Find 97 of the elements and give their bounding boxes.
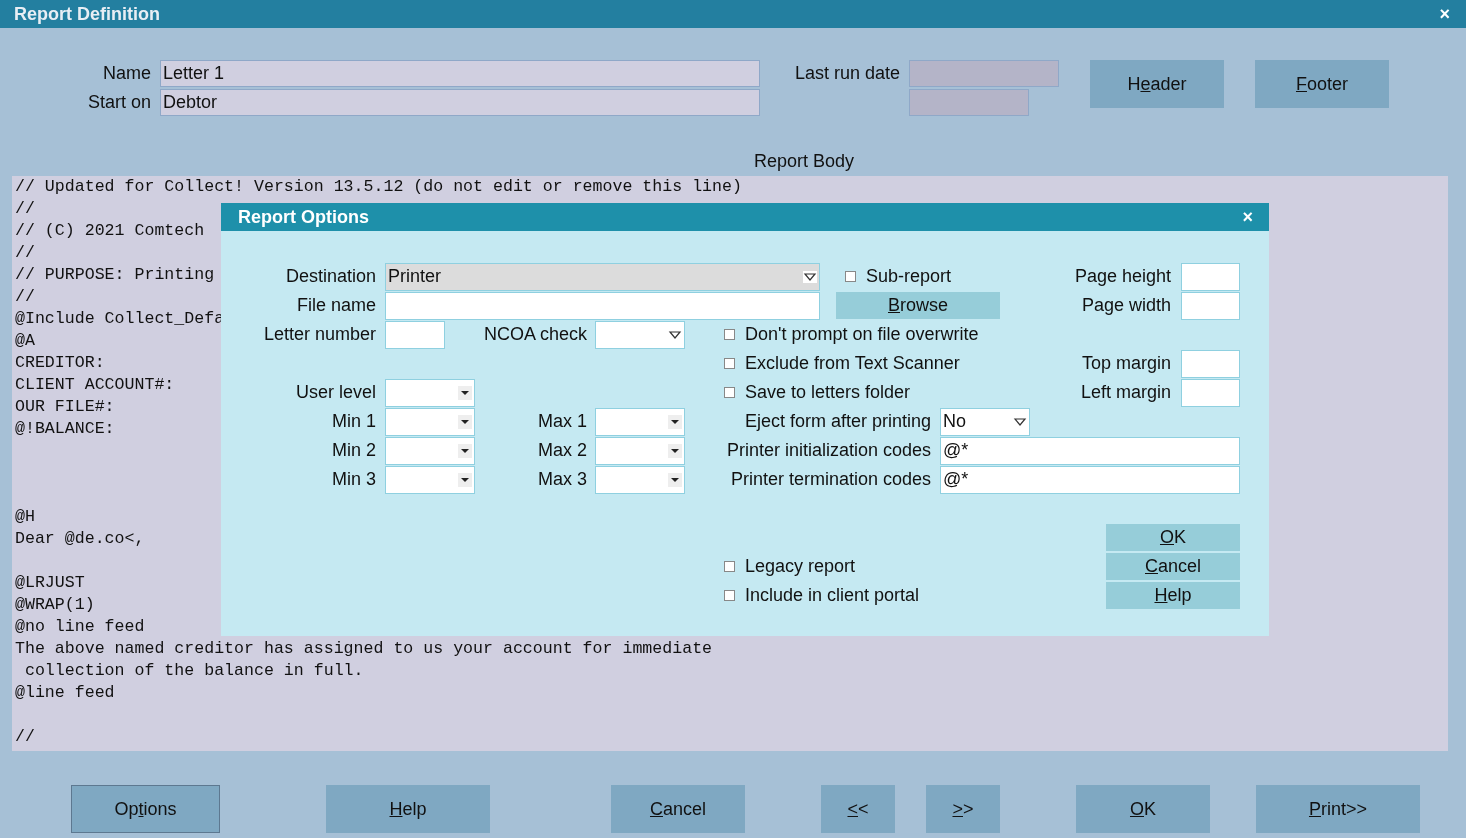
checkbox[interactable] bbox=[724, 358, 735, 369]
code-line: @!BALANCE: bbox=[15, 418, 115, 440]
dialog-button[interactable]: Cancel bbox=[611, 785, 745, 833]
dropdown[interactable]: Printer bbox=[385, 262, 820, 291]
section-label: Report Body bbox=[754, 151, 855, 171]
dialog-button[interactable]: Options bbox=[71, 785, 220, 833]
dialog-title: Report Options bbox=[238, 206, 369, 228]
input-field[interactable] bbox=[1181, 378, 1240, 407]
dialog-button[interactable]: << bbox=[821, 785, 895, 833]
field-label: Letter number bbox=[263, 324, 376, 345]
input-field[interactable] bbox=[1181, 291, 1240, 320]
input-field[interactable]: @* bbox=[940, 465, 1240, 494]
code-line: // bbox=[15, 726, 35, 748]
code-line: @A bbox=[15, 330, 35, 352]
code-line: The above named creditor has assigned to us your account for immediate bbox=[15, 638, 713, 660]
field-label: Eject form after printing bbox=[744, 411, 931, 432]
code-line: @Include Collect_Defa bbox=[15, 308, 225, 330]
field-label: Page height bbox=[1074, 266, 1171, 287]
browse-button[interactable]: Browse bbox=[836, 292, 1000, 319]
checkbox[interactable] bbox=[724, 590, 735, 601]
checkbox-label: Legacy report bbox=[745, 556, 856, 577]
dropdown[interactable] bbox=[595, 436, 685, 465]
code-line: @LRJUST bbox=[15, 572, 85, 594]
input-field[interactable] bbox=[1181, 349, 1240, 378]
code-line: Dear @de.co<, bbox=[15, 528, 145, 550]
code-line: // bbox=[15, 242, 35, 264]
code-line: // (C) 2021 Comtech bbox=[15, 220, 205, 242]
dropdown[interactable] bbox=[385, 378, 475, 407]
code-line: // PURPOSE: Printing bbox=[15, 264, 215, 286]
close-button[interactable]: × bbox=[1242, 206, 1253, 228]
checkbox-label: Don't prompt on file overwrite bbox=[745, 324, 979, 345]
dropdown[interactable] bbox=[385, 407, 475, 436]
code-line: CLIENT ACCOUNT#: bbox=[15, 374, 175, 396]
field-label: Top margin bbox=[1081, 353, 1171, 374]
checkbox-label: Sub-report bbox=[866, 266, 952, 287]
code-line: CREDITOR: bbox=[15, 352, 105, 374]
checkbox[interactable] bbox=[845, 271, 856, 282]
dialog-button[interactable]: Print>> bbox=[1256, 785, 1420, 833]
dialog-button[interactable]: Help bbox=[326, 785, 490, 833]
field-label: Last run date bbox=[793, 62, 900, 85]
dropdown-arrow-icon bbox=[1013, 415, 1027, 428]
field-label: Name bbox=[102, 62, 151, 85]
dropdown[interactable] bbox=[595, 320, 685, 349]
field-label: Start on bbox=[86, 91, 151, 114]
input-field[interactable]: @* bbox=[940, 436, 1240, 465]
date-field[interactable] bbox=[909, 60, 1059, 87]
field-label: Left margin bbox=[1080, 382, 1171, 403]
checkbox-label: Save to letters folder bbox=[745, 382, 911, 403]
input-field[interactable] bbox=[385, 320, 445, 349]
dropdown-arrow-icon bbox=[668, 328, 682, 341]
cancel-button[interactable]: Cancel bbox=[1106, 553, 1240, 580]
checkbox[interactable] bbox=[724, 387, 735, 398]
checkbox[interactable] bbox=[724, 561, 735, 572]
footer-button[interactable]: Footer bbox=[1255, 60, 1389, 108]
dropdown[interactable] bbox=[595, 465, 685, 494]
field-label: Destination bbox=[285, 266, 376, 287]
dialog-button[interactable]: OK bbox=[1076, 785, 1210, 833]
code-line: @no line feed bbox=[15, 616, 145, 638]
field-label: Min 1 bbox=[332, 411, 376, 432]
code-line: // bbox=[15, 286, 35, 308]
field-label: Max 1 bbox=[537, 411, 587, 432]
input-field[interactable] bbox=[385, 291, 820, 320]
header-button[interactable]: Header bbox=[1090, 60, 1224, 108]
dropdown[interactable] bbox=[385, 436, 475, 465]
field-label: Printer initialization codes bbox=[726, 440, 931, 461]
dropdown[interactable]: No bbox=[940, 407, 1030, 436]
field-label: Min 2 bbox=[332, 440, 376, 461]
code-line: @WRAP(1) bbox=[15, 594, 95, 616]
input-field[interactable] bbox=[1181, 262, 1240, 291]
ok-button[interactable]: OK bbox=[1106, 524, 1240, 551]
field-label: Max 2 bbox=[537, 440, 587, 461]
time-field[interactable] bbox=[909, 89, 1029, 116]
dropdown[interactable] bbox=[385, 465, 475, 494]
close-button[interactable]: × bbox=[1439, 3, 1450, 25]
start-on-field[interactable]: Debtor bbox=[160, 89, 760, 116]
dialog-button[interactable]: >> bbox=[926, 785, 1000, 833]
checkbox[interactable] bbox=[724, 329, 735, 340]
checkbox-label: Include in client portal bbox=[745, 585, 920, 606]
field-label: Max 3 bbox=[537, 469, 587, 490]
field-label: File name bbox=[296, 295, 376, 316]
field-label: Min 3 bbox=[332, 469, 376, 490]
code-line: @H bbox=[15, 506, 35, 528]
field-label: Page width bbox=[1081, 295, 1171, 316]
window-title: Report Definition bbox=[14, 3, 160, 25]
code-line: collection of the balance in full. bbox=[23, 660, 364, 682]
dropdown-arrow-icon bbox=[803, 270, 817, 283]
code-line: OUR FILE#: bbox=[15, 396, 115, 418]
help-button[interactable]: Help bbox=[1106, 582, 1240, 609]
code-line: @line feed bbox=[15, 682, 115, 704]
field-label: NCOA check bbox=[483, 324, 587, 345]
name-field[interactable]: Letter 1 bbox=[160, 60, 760, 87]
field-label: Printer termination codes bbox=[730, 469, 931, 490]
dropdown[interactable] bbox=[595, 407, 685, 436]
field-label: User level bbox=[295, 382, 376, 403]
checkbox-label: Exclude from Text Scanner bbox=[745, 353, 960, 374]
code-line: // Updated for Collect! Version 13.5.12 (do not edit or remove this line) bbox=[15, 176, 742, 198]
code-line: // bbox=[15, 198, 35, 220]
